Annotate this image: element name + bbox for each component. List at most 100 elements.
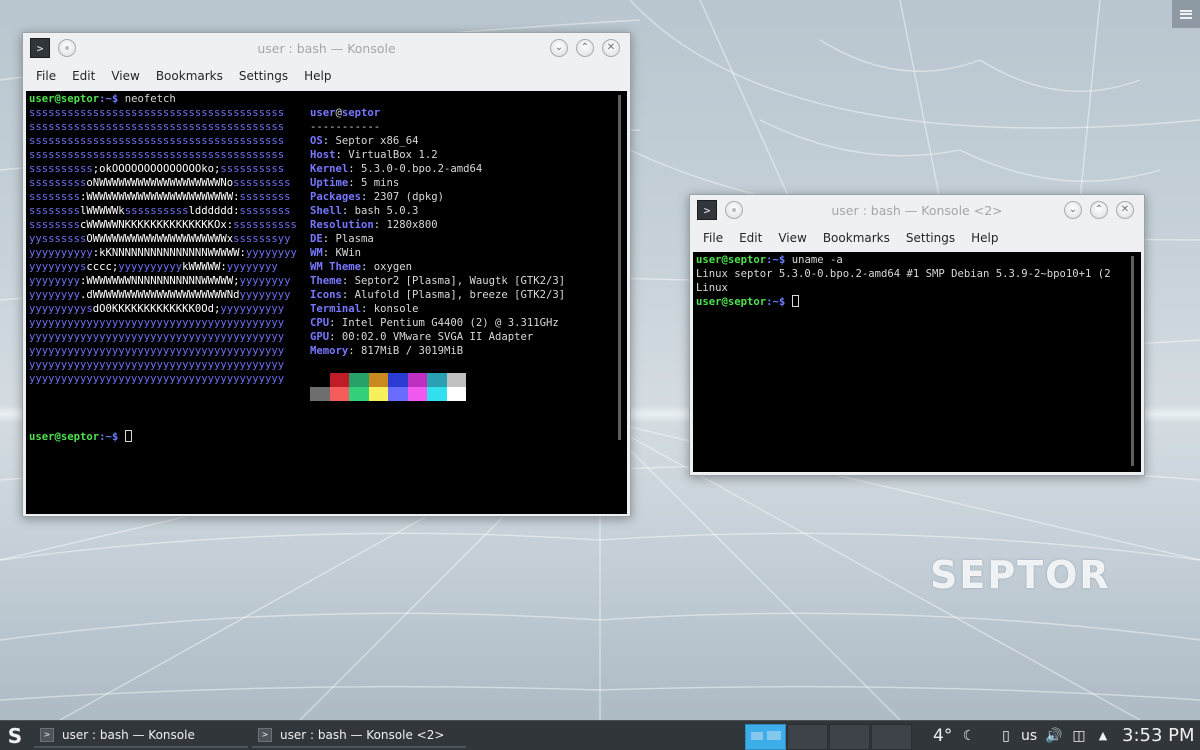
info-line: Host: VirtualBox 1.2 xyxy=(310,149,438,161)
clock[interactable]: 3:53 PM xyxy=(1122,721,1195,750)
prompt-line-2: user@septor:~$ xyxy=(696,295,799,309)
volume-icon[interactable]: 🔊 xyxy=(1045,728,1062,744)
ascii-art-line: yyyyyyyyyyyyyyyyyyyyyyyyyyyyyyyyyyyyyyyy xyxy=(29,317,285,329)
palette-swatch xyxy=(407,373,427,387)
ascii-art-line: sssssssscWWWWWNKKKKKKKKKKKKKKOx:ssssssss… xyxy=(29,219,297,231)
septor-logo: SEPTOR xyxy=(930,553,1111,597)
menu-help[interactable]: Help xyxy=(965,231,1004,245)
output-line: Linux septor 5.3.0-0.bpo.2-amd64 #1 SMP … xyxy=(696,268,1111,280)
desktop-2[interactable] xyxy=(787,724,828,750)
terminal-icon[interactable]: > xyxy=(30,38,50,58)
task-konsole-2[interactable]: > user : bash — Konsole <2> xyxy=(252,724,466,748)
night-mode-icon[interactable]: ☾ xyxy=(961,728,977,744)
terminal-icon[interactable]: > xyxy=(697,200,717,220)
close-icon[interactable]: ✕ xyxy=(1116,201,1134,219)
konsole-window-1[interactable]: > user : bash — Konsole ⌄ ⌃ ✕ File Edit … xyxy=(22,32,631,517)
maximize-icon[interactable]: ⌃ xyxy=(576,39,594,57)
task-label: user : bash — Konsole xyxy=(62,728,195,742)
ascii-art-line: sssssssssoNWWWWWWWWWWWWWWWWWWWNossssssss… xyxy=(29,177,291,189)
maximize-icon[interactable]: ⌃ xyxy=(1090,201,1108,219)
window-1-menubar: File Edit View Bookmarks Settings Help xyxy=(23,63,630,88)
task-konsole-1[interactable]: > user : bash — Konsole xyxy=(34,724,248,748)
window-1-title: user : bash — Konsole xyxy=(257,40,396,56)
ascii-art-line: ssssssss:WWWWWWWWWWWWWWWWWWWWWWW:sssssss… xyxy=(29,191,291,203)
desktop-1[interactable] xyxy=(745,724,786,750)
ascii-art-line: ssssssssssssssssssssssssssssssssssssssss xyxy=(29,149,285,161)
hamburger-menu-icon[interactable] xyxy=(1172,0,1200,28)
ascii-art-line: ssssssssssssssssssssssssssssssssssssssss xyxy=(29,135,285,147)
ascii-art-line: yyyyyyyy:WWWWWWWNNNNNNNNNNNWWWWW;yyyyyyy… xyxy=(29,275,291,287)
info-line: OS: Septor x86_64 xyxy=(310,135,419,147)
menu-view[interactable]: View xyxy=(105,69,145,83)
prompt-line-2: user@septor:~$ xyxy=(29,430,132,444)
info-line: WM: KWin xyxy=(310,247,362,259)
menu-settings[interactable]: Settings xyxy=(233,69,294,83)
palette-swatch xyxy=(368,387,388,401)
network-icon[interactable]: ◫ xyxy=(1071,728,1087,744)
weather-temperature[interactable]: 4° xyxy=(933,721,952,750)
info-separator: ----------- xyxy=(310,121,381,133)
close-icon[interactable]: ✕ xyxy=(602,39,620,57)
application-launcher[interactable]: S xyxy=(4,724,26,748)
info-line: WM Theme: oxygen xyxy=(310,261,413,273)
scrollbar[interactable] xyxy=(618,95,621,440)
pin-icon[interactable] xyxy=(725,201,743,219)
window-2-menubar: File Edit View Bookmarks Settings Help xyxy=(690,225,1144,250)
usb-icon[interactable]: ▯ xyxy=(998,728,1014,744)
menu-edit[interactable]: Edit xyxy=(733,231,768,245)
desktop-3[interactable] xyxy=(829,724,870,750)
ascii-art-line: ssssssssss;okOOOOOOOOOOOOOOko;ssssssssss xyxy=(29,163,285,175)
info-line: GPU: 00:02.0 VMware SVGA II Adapter xyxy=(310,331,534,343)
terminal-icon: > xyxy=(258,728,272,742)
menu-file[interactable]: File xyxy=(697,231,729,245)
konsole-window-2[interactable]: > user : bash — Konsole <2> ⌄ ⌃ ✕ File E… xyxy=(689,194,1145,476)
menu-bookmarks[interactable]: Bookmarks xyxy=(150,69,229,83)
ascii-art-line: sssssssslWWWWWkssssssssssldddddd:sssssss… xyxy=(29,205,291,217)
info-line: Packages: 2307 (dpkg) xyxy=(310,191,444,203)
terminal-2[interactable]: user@septor:~$ uname -a Linux septor 5.3… xyxy=(693,252,1141,472)
palette-swatch xyxy=(388,387,408,401)
palette-swatch xyxy=(329,373,349,387)
menu-view[interactable]: View xyxy=(772,231,812,245)
output-line: Linux xyxy=(696,282,728,294)
keyboard-layout[interactable]: us xyxy=(1021,721,1037,750)
info-line: Icons: Alufold [Plasma], breeze [GTK2/3] xyxy=(310,289,566,301)
palette-swatch xyxy=(407,387,427,401)
desktop-pager xyxy=(745,724,913,750)
palette-swatch xyxy=(427,373,447,387)
pin-icon[interactable] xyxy=(58,39,76,57)
menu-settings[interactable]: Settings xyxy=(900,231,961,245)
palette-swatch xyxy=(310,387,330,401)
ascii-art-line: yyyyyyyy.dWWWWWWWWWWWWWWWWWWWWWNdyyyyyyy… xyxy=(29,289,291,301)
palette-swatch xyxy=(329,387,349,401)
palette-swatch xyxy=(368,373,388,387)
window-1-titlebar[interactable]: > user : bash — Konsole ⌄ ⌃ ✕ xyxy=(23,33,630,63)
chevron-up-icon[interactable]: ▲ xyxy=(1095,728,1111,744)
info-header: user@septor xyxy=(310,107,381,119)
palette-swatch xyxy=(310,373,330,387)
desktop-4[interactable] xyxy=(871,724,912,750)
window-2-titlebar[interactable]: > user : bash — Konsole <2> ⌄ ⌃ ✕ xyxy=(690,195,1144,225)
ascii-art-line: yyyyyyyyysdO0KKKKKKKKKKKKK0Od;yyyyyyyyyy xyxy=(29,303,285,315)
info-line: Shell: bash 5.0.3 xyxy=(310,205,419,217)
menu-file[interactable]: File xyxy=(30,69,62,83)
terminal-1[interactable]: user@septor:~$ neofetch ssssssssssssssss… xyxy=(26,91,627,514)
menu-help[interactable]: Help xyxy=(298,69,337,83)
terminal-icon: > xyxy=(40,728,54,742)
scrollbar[interactable] xyxy=(1131,256,1134,466)
terminal-cursor xyxy=(124,430,132,442)
palette-swatch xyxy=(446,373,466,387)
prompt-line: user@septor:~$ neofetch xyxy=(29,93,176,105)
ascii-art-line: yyyyyyyyscccc;yyyyyyyyyykWWWWW:yyyyyyyy xyxy=(29,261,278,273)
ascii-art-line: yyyyyyyyyyyyyyyyyyyyyyyyyyyyyyyyyyyyyyyy xyxy=(29,331,285,343)
minimize-icon[interactable]: ⌄ xyxy=(1064,201,1082,219)
task-label: user : bash — Konsole <2> xyxy=(280,728,445,742)
info-line: Theme: Septor2 [Plasma], Waugtk [GTK2/3] xyxy=(310,275,566,287)
menu-bookmarks[interactable]: Bookmarks xyxy=(817,231,896,245)
menu-edit[interactable]: Edit xyxy=(66,69,101,83)
ascii-art-line: ssssssssssssssssssssssssssssssssssssssss xyxy=(29,121,285,133)
palette-swatch xyxy=(446,387,466,401)
minimize-icon[interactable]: ⌄ xyxy=(550,39,568,57)
info-line: Uptime: 5 mins xyxy=(310,177,400,189)
info-line: Memory: 817MiB / 3019MiB xyxy=(310,345,464,357)
